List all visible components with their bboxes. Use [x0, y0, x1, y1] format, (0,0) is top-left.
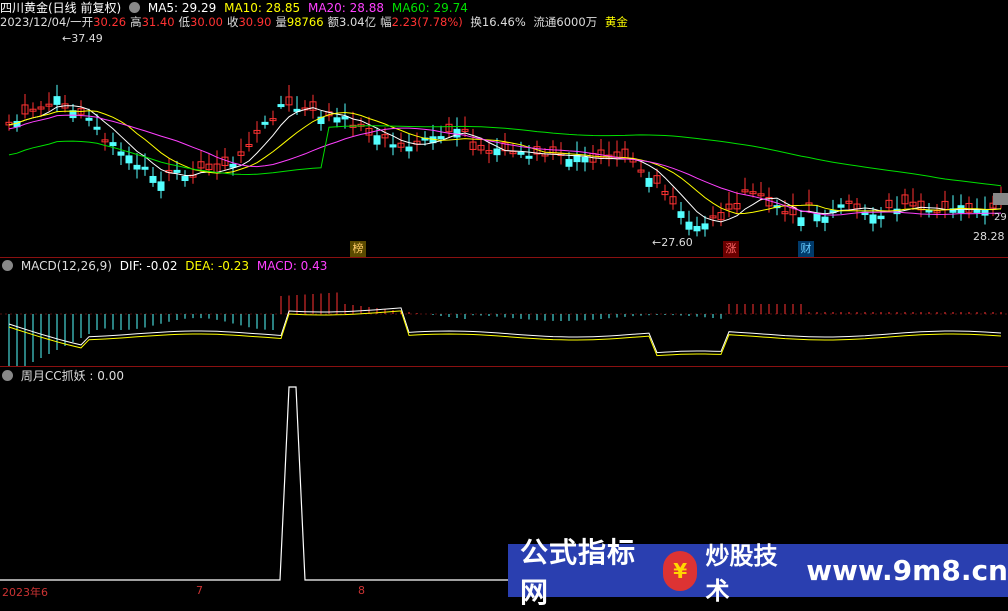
x-tick: 8: [358, 584, 365, 597]
candle-body: [645, 177, 653, 187]
macd-title[interactable]: MACD(12,26,9): [21, 259, 112, 273]
candle-body: [517, 151, 525, 155]
right-price-label: 28.28: [973, 230, 1005, 243]
candle-body: [133, 164, 141, 170]
open-value: 30.26: [93, 15, 127, 29]
candle-body: [821, 216, 829, 223]
candle-body: [277, 104, 285, 108]
candle-body: [261, 121, 269, 125]
tag-cai[interactable]: 财: [798, 241, 814, 257]
candle-body: [181, 176, 189, 182]
candle-body: [525, 155, 533, 159]
candle-body: [493, 148, 501, 156]
right-price-label-2: 29: [994, 212, 1007, 223]
tag-bang[interactable]: 榜: [350, 241, 366, 257]
x-tick: 2023年6: [2, 586, 48, 599]
change-label: 幅: [380, 15, 392, 29]
candle-body: [333, 117, 341, 123]
stock-title[interactable]: 四川黄金(日线 前复权): [0, 1, 121, 15]
candle-body: [93, 126, 101, 130]
watermark-url: www.9m8.cn: [806, 554, 1008, 587]
candle-body: [389, 144, 397, 148]
x-tick: 7: [196, 584, 203, 597]
watermark-logo-icon: ¥: [663, 550, 698, 591]
candle-body: [813, 213, 821, 222]
candle-body: [693, 225, 701, 232]
candle-body: [581, 156, 589, 163]
candle-body: [341, 116, 349, 120]
candle-body: [53, 96, 61, 105]
quote-date: 2023/12/04/一: [0, 15, 82, 29]
candle-body: [117, 151, 125, 156]
candle-body: [973, 209, 981, 213]
watermark-site-name: 公式指标网: [520, 535, 637, 609]
ma20-value: MA20: 28.88: [307, 1, 385, 15]
candle-body: [125, 155, 133, 164]
macd-value: MACD: 0.43: [256, 259, 328, 273]
candle-body: [149, 175, 157, 183]
open-label: 开: [81, 15, 94, 29]
macd-dea: DEA: -0.23: [185, 259, 250, 273]
cc-title[interactable]: 周月CC抓妖: [21, 369, 86, 383]
candle-body: [85, 117, 93, 121]
low-value: 30.00: [190, 15, 223, 29]
amount-label: 额: [327, 15, 340, 29]
change-value: 2.23(7.78%): [391, 15, 463, 29]
low-price-label: ←27.60: [652, 236, 693, 249]
turnover-value: 换16.46%: [470, 15, 526, 29]
high-value: 31.40: [141, 15, 175, 29]
candle-body: [453, 128, 461, 138]
close-label: 收: [226, 15, 239, 29]
ma10-value: MA10: 28.85: [224, 1, 301, 15]
macd-chart[interactable]: [0, 274, 1008, 366]
high-price-label: ←37.49: [62, 32, 103, 45]
volume-value: 98766: [286, 15, 324, 29]
candle-body: [837, 204, 845, 208]
quote-info-bar: 2023/12/04/一开30.26 高31.40 低30.00 收30.90 量987…: [0, 14, 632, 30]
cc-value: : 0.00: [89, 369, 124, 383]
candle-body: [437, 136, 445, 140]
macd-dif: DIF: -0.02: [119, 259, 178, 273]
close-value: 30.90: [238, 15, 272, 29]
candle-body: [565, 159, 573, 167]
cc-dropdown-icon[interactable]: [2, 370, 13, 381]
candle-body: [797, 217, 805, 227]
low-label: 低: [178, 15, 191, 29]
watermark-banner: 公式指标网 ¥ 炒股技术 www.9m8.cn: [508, 536, 1008, 609]
candle-body: [701, 223, 709, 230]
candle-body: [869, 214, 877, 224]
ma5-line: [8, 105, 1002, 223]
watermark-slogan: 炒股技术: [705, 541, 778, 605]
high-label: 高: [130, 15, 142, 29]
panel-divider-2: [0, 366, 1008, 367]
macd-header: MACD(12,26,9) DIF: -0.02 DEA: -0.23 MACD…: [0, 258, 331, 274]
candle-body: [229, 163, 237, 168]
ma5-value: MA5: 29.29: [147, 1, 217, 15]
float-value: 流通6000万: [533, 15, 598, 29]
candle-body: [69, 110, 77, 119]
candle-body: [157, 181, 165, 191]
amount-value: 3.04亿: [339, 15, 377, 29]
candle-body: [677, 211, 685, 218]
candle-body: [573, 154, 581, 163]
candle-body: [405, 146, 413, 152]
sector-value[interactable]: 黄金: [605, 15, 628, 29]
tag-zhang[interactable]: 涨: [723, 241, 739, 257]
volume-label: 量: [275, 15, 287, 29]
candle-body: [685, 221, 693, 230]
candle-body: [109, 142, 117, 147]
candle-body: [877, 215, 885, 220]
ma10-line: [8, 110, 1002, 215]
candle-body: [173, 169, 181, 173]
dropdown-icon[interactable]: [129, 2, 141, 13]
candle-body: [141, 166, 149, 170]
macd-dropdown-icon[interactable]: [2, 260, 13, 271]
ma60-value: MA60: 29.74: [391, 1, 468, 15]
price-chart[interactable]: ←37.49 ←27.60 28.28 29: [0, 30, 1008, 258]
candle-body: [373, 135, 381, 145]
price-marker: [993, 193, 1008, 205]
cc-header: 周月CC抓妖 : 0.00: [0, 368, 128, 384]
candle-body: [981, 209, 989, 216]
